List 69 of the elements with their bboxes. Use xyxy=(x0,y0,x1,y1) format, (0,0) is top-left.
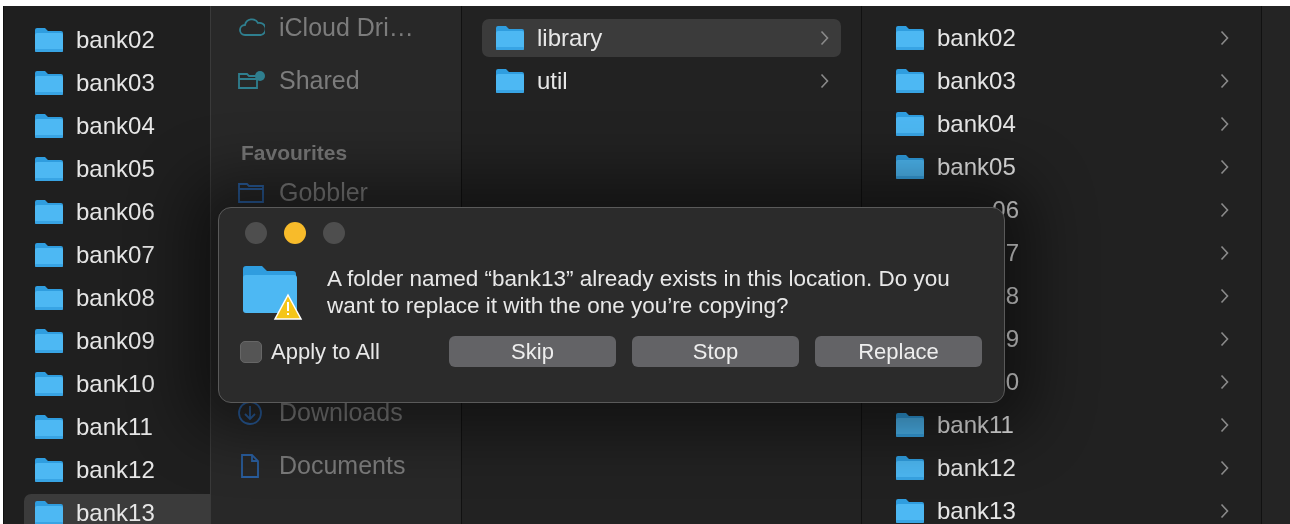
folder-icon xyxy=(895,24,925,51)
folder-icon xyxy=(495,67,525,94)
folder-row[interactable]: bank06 xyxy=(24,192,210,231)
folder-icon xyxy=(895,153,925,180)
chevron-icon xyxy=(1220,201,1229,218)
dialog-button[interactable]: Replace xyxy=(815,336,982,367)
folder-row[interactable]: bank04 xyxy=(882,104,1241,143)
sidebar-item[interactable]: iCloud Dri… xyxy=(237,6,461,54)
section-header: Favourites xyxy=(241,140,349,166)
checkbox[interactable] xyxy=(240,340,262,363)
folder-row[interactable]: bank10 xyxy=(24,364,210,403)
folder-name: 7 xyxy=(1004,237,1019,268)
chevron-icon xyxy=(820,29,829,46)
folder-row[interactable]: library xyxy=(482,18,841,57)
folder-row[interactable]: bank05 xyxy=(882,147,1241,186)
folder-icon xyxy=(895,497,925,524)
folder-icon xyxy=(895,411,925,438)
chevron-icon xyxy=(1220,416,1229,433)
folder-row[interactable]: bank12 xyxy=(882,448,1241,487)
chevron-icon xyxy=(1220,29,1229,46)
chevron-icon xyxy=(1220,373,1229,390)
folder-row[interactable]: bank07 xyxy=(24,235,210,274)
folder-icon xyxy=(34,284,64,311)
checkbox-label: Apply to All xyxy=(271,338,380,366)
folder-icon xyxy=(34,413,64,440)
folder-row[interactable]: util xyxy=(482,61,841,100)
folder-row[interactable]: bank02 xyxy=(882,18,1241,57)
folder-icon xyxy=(34,499,64,524)
folder-icon xyxy=(34,241,64,268)
folder-icon xyxy=(34,155,64,182)
folder-icon xyxy=(34,26,64,53)
folder-name: 9 xyxy=(1004,323,1019,354)
chevron-icon xyxy=(1220,115,1229,132)
folder-row[interactable]: bank08 xyxy=(24,278,210,317)
folder-icon xyxy=(34,327,64,354)
chevron-icon xyxy=(1220,72,1229,89)
folder-row[interactable]: bank03 xyxy=(882,61,1241,100)
sidebar-item[interactable]: Shared xyxy=(237,54,461,107)
chevron-icon xyxy=(1220,244,1229,261)
folder-icon xyxy=(34,112,64,139)
folder-row[interactable]: bank05 xyxy=(24,149,210,188)
folder-name: 0 xyxy=(1004,366,1019,397)
chevron-icon xyxy=(1220,330,1229,347)
chevron-icon xyxy=(1220,459,1229,476)
folder-row[interactable]: bank13 xyxy=(882,491,1241,524)
window-control[interactable] xyxy=(284,222,306,244)
dialog-message: A folder named “bank13” already exists in this location. Do you want to replace it with the one you’re copying? xyxy=(327,265,951,319)
folder-row[interactable]: bank12 xyxy=(24,450,210,489)
folder-icon xyxy=(34,69,64,96)
folder-icon xyxy=(895,67,925,94)
folder-icon xyxy=(34,456,64,483)
folder-row[interactable]: bank04 xyxy=(24,106,210,145)
folder-row[interactable]: bank11 xyxy=(24,407,210,446)
folder-icon xyxy=(895,110,925,137)
chevron-icon xyxy=(1220,158,1229,175)
dialog-button[interactable]: Stop xyxy=(632,336,799,367)
folder-row[interactable]: bank03 xyxy=(24,63,210,102)
folder-icon xyxy=(895,454,925,481)
folder-row[interactable]: bank13 xyxy=(24,493,210,524)
folder-row[interactable]: bank02 xyxy=(24,20,210,59)
chevron-icon xyxy=(820,72,829,89)
folder-icon xyxy=(495,24,525,51)
folder-row[interactable]: bank09 xyxy=(24,321,210,360)
dialog-button[interactable]: Skip xyxy=(449,336,616,367)
folder-icon xyxy=(34,370,64,397)
chevron-icon xyxy=(1220,502,1229,519)
chevron-icon xyxy=(1220,287,1229,304)
folder-row[interactable]: bank11 xyxy=(882,405,1241,444)
folder-icon xyxy=(34,198,64,225)
